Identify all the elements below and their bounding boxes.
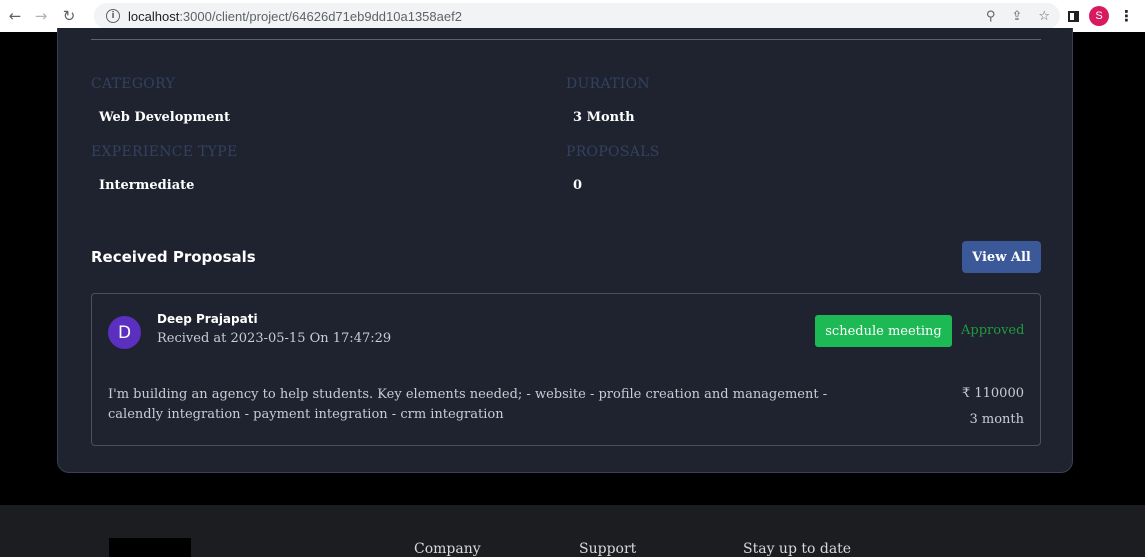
- duration-label: DURATION: [566, 76, 650, 92]
- proposal-price: ₹ 110000: [961, 386, 1024, 401]
- card-divider: [91, 39, 1041, 40]
- proposal-duration: 3 month: [969, 412, 1024, 427]
- address-bar[interactable]: i localhost:3000/client/project/64626d71…: [94, 3, 1060, 29]
- experience-value: Intermediate: [99, 178, 195, 193]
- info-icon[interactable]: i: [106, 9, 120, 23]
- menu-kebab-icon[interactable]: ⋮: [1119, 7, 1134, 25]
- zoom-icon[interactable]: ⚲: [986, 9, 996, 24]
- footer-support-heading: Support: [579, 541, 637, 557]
- url-text[interactable]: localhost:3000/client/project/64626d71eb…: [128, 9, 462, 24]
- back-arrow-icon[interactable]: ←: [4, 5, 26, 27]
- proposals-value: 0: [573, 178, 583, 193]
- freelancer-avatar: D: [108, 316, 141, 349]
- footer-logo: [109, 538, 191, 557]
- proposals-label: PROPOSALS: [566, 144, 660, 160]
- side-panel-icon[interactable]: [1068, 10, 1079, 22]
- site-footer: Company Support Stay up to date: [0, 505, 1145, 557]
- received-timestamp: Recived at 2023-05-15 On 17:47:29: [157, 331, 392, 346]
- view-all-button[interactable]: View All: [962, 241, 1041, 273]
- footer-company-heading: Company: [414, 541, 481, 557]
- bookmark-star-icon[interactable]: ☆: [1038, 9, 1050, 24]
- category-label: CATEGORY: [91, 76, 176, 92]
- project-card: CATEGORY Web Development DURATION 3 Mont…: [57, 28, 1073, 473]
- experience-label: EXPERIENCE TYPE: [91, 144, 238, 160]
- profile-avatar[interactable]: S: [1089, 6, 1109, 26]
- duration-value: 3 Month: [573, 110, 635, 125]
- reload-icon[interactable]: ↻: [58, 5, 80, 27]
- proposal-card: D Deep Prajapati Recived at 2023-05-15 O…: [91, 293, 1041, 446]
- status-badge: Approved: [961, 323, 1025, 338]
- category-value: Web Development: [99, 110, 230, 125]
- schedule-meeting-button[interactable]: schedule meeting: [815, 315, 952, 347]
- share-icon[interactable]: ⇪: [1011, 9, 1022, 24]
- received-proposals-title: Received Proposals: [91, 248, 256, 266]
- freelancer-name: Deep Prajapati: [157, 312, 258, 326]
- forward-arrow-icon[interactable]: →: [30, 5, 52, 27]
- footer-stay-heading: Stay up to date: [743, 541, 852, 557]
- proposal-description: I'm building an agency to help students.…: [108, 387, 828, 422]
